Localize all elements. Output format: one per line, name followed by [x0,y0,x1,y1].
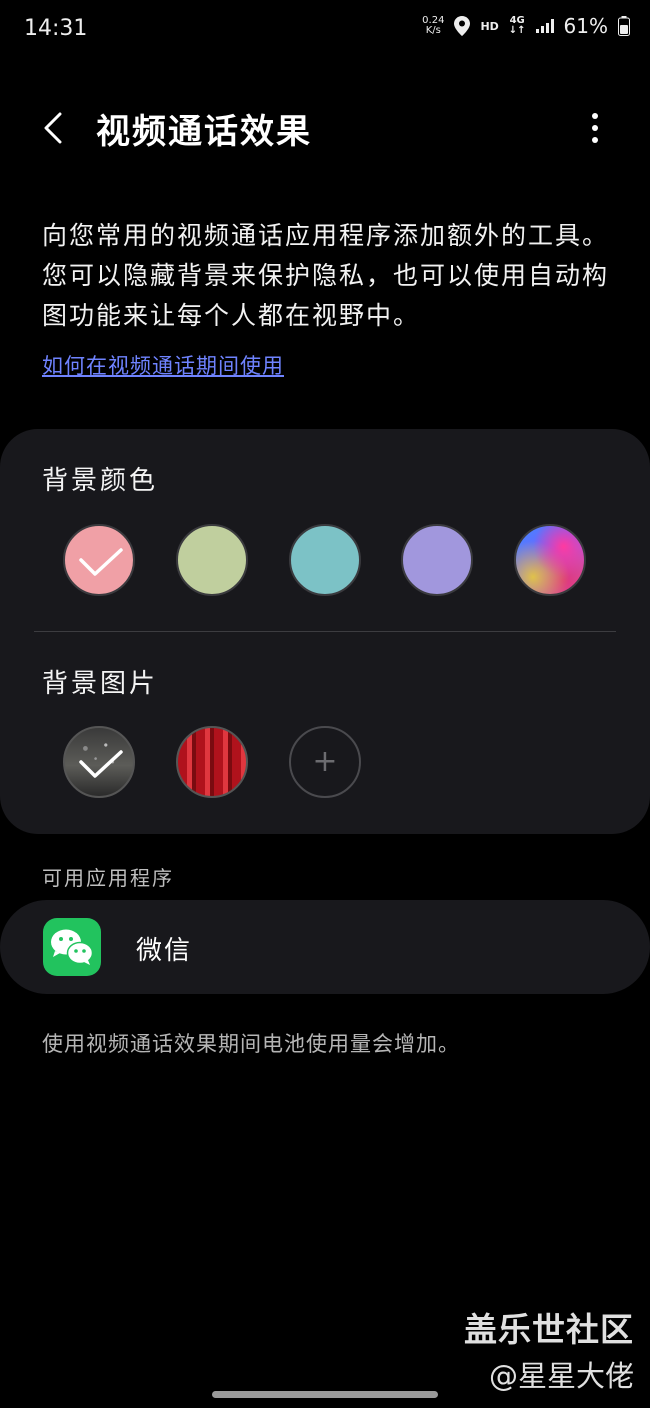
battery-percent: 61% [563,14,608,38]
color-swatch-teal[interactable] [289,524,361,596]
signal-icon [535,19,554,33]
color-swatch-pink[interactable] [63,524,135,596]
available-apps-label: 可用应用程序 [42,866,174,890]
home-indicator[interactable] [212,1391,438,1398]
color-swatch-gradient[interactable] [514,524,586,596]
back-button[interactable] [38,108,72,148]
section-divider [34,631,616,632]
watermark-author: @星星大佬 [488,1359,634,1393]
battery-icon [618,16,630,36]
location-icon [454,16,471,36]
description-text: 向您常用的视频通话应用程序添加额外的工具。您可以隐藏背景来保护隐私，也可以使用自… [42,221,610,330]
wechat-logo-icon [51,929,94,965]
background-image-night[interactable] [63,726,135,798]
help-link[interactable]: 如何在视频通话期间使用 [42,350,284,380]
more-options-button[interactable] [580,108,610,148]
battery-usage-note: 使用视频通话效果期间电池使用量会增加。 [42,1032,460,1056]
color-swatch-green[interactable] [176,524,248,596]
wechat-icon [43,918,101,976]
hd-indicator: HD [480,19,499,33]
check-icon [79,750,123,778]
network-type: 4G ↓↑ [508,15,526,36]
check-icon [79,548,123,576]
status-icons: 0.24 K/s HD 4G ↓↑ 61% [422,14,630,38]
add-background-image-button[interactable]: + [289,726,361,798]
more-vertical-icon [592,113,598,143]
page-title: 视频通话效果 [96,112,312,152]
back-arrow-icon [44,112,62,144]
color-swatch-purple[interactable] [401,524,473,596]
watermark-community: 盖乐世社区 [464,1310,634,1349]
background-image-label: 背景图片 [42,669,159,699]
background-image-lanterns[interactable] [176,726,248,798]
status-time: 14:31 [24,16,88,41]
plus-icon: + [312,744,338,779]
network-speed: 0.24 K/s [422,15,445,36]
app-name: 微信 [136,936,193,966]
background-color-label: 背景颜色 [42,466,159,496]
